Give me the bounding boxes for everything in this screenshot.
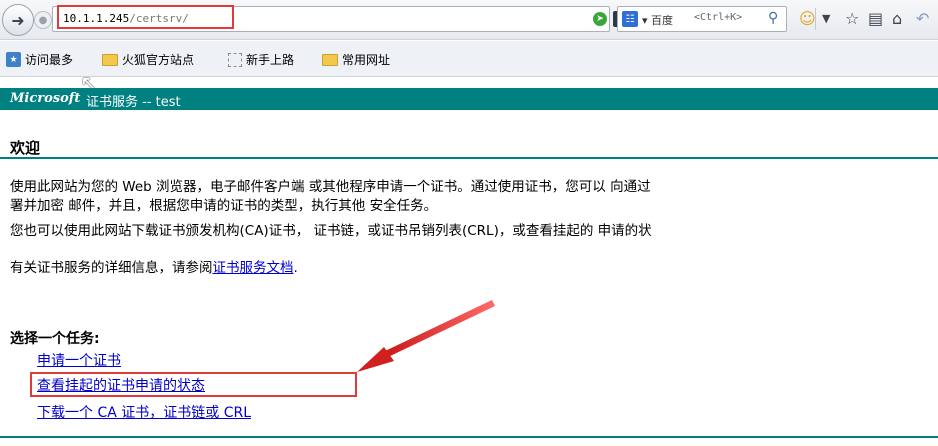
arrow-shaft — [383, 300, 495, 358]
annotation-arrow — [357, 300, 495, 372]
